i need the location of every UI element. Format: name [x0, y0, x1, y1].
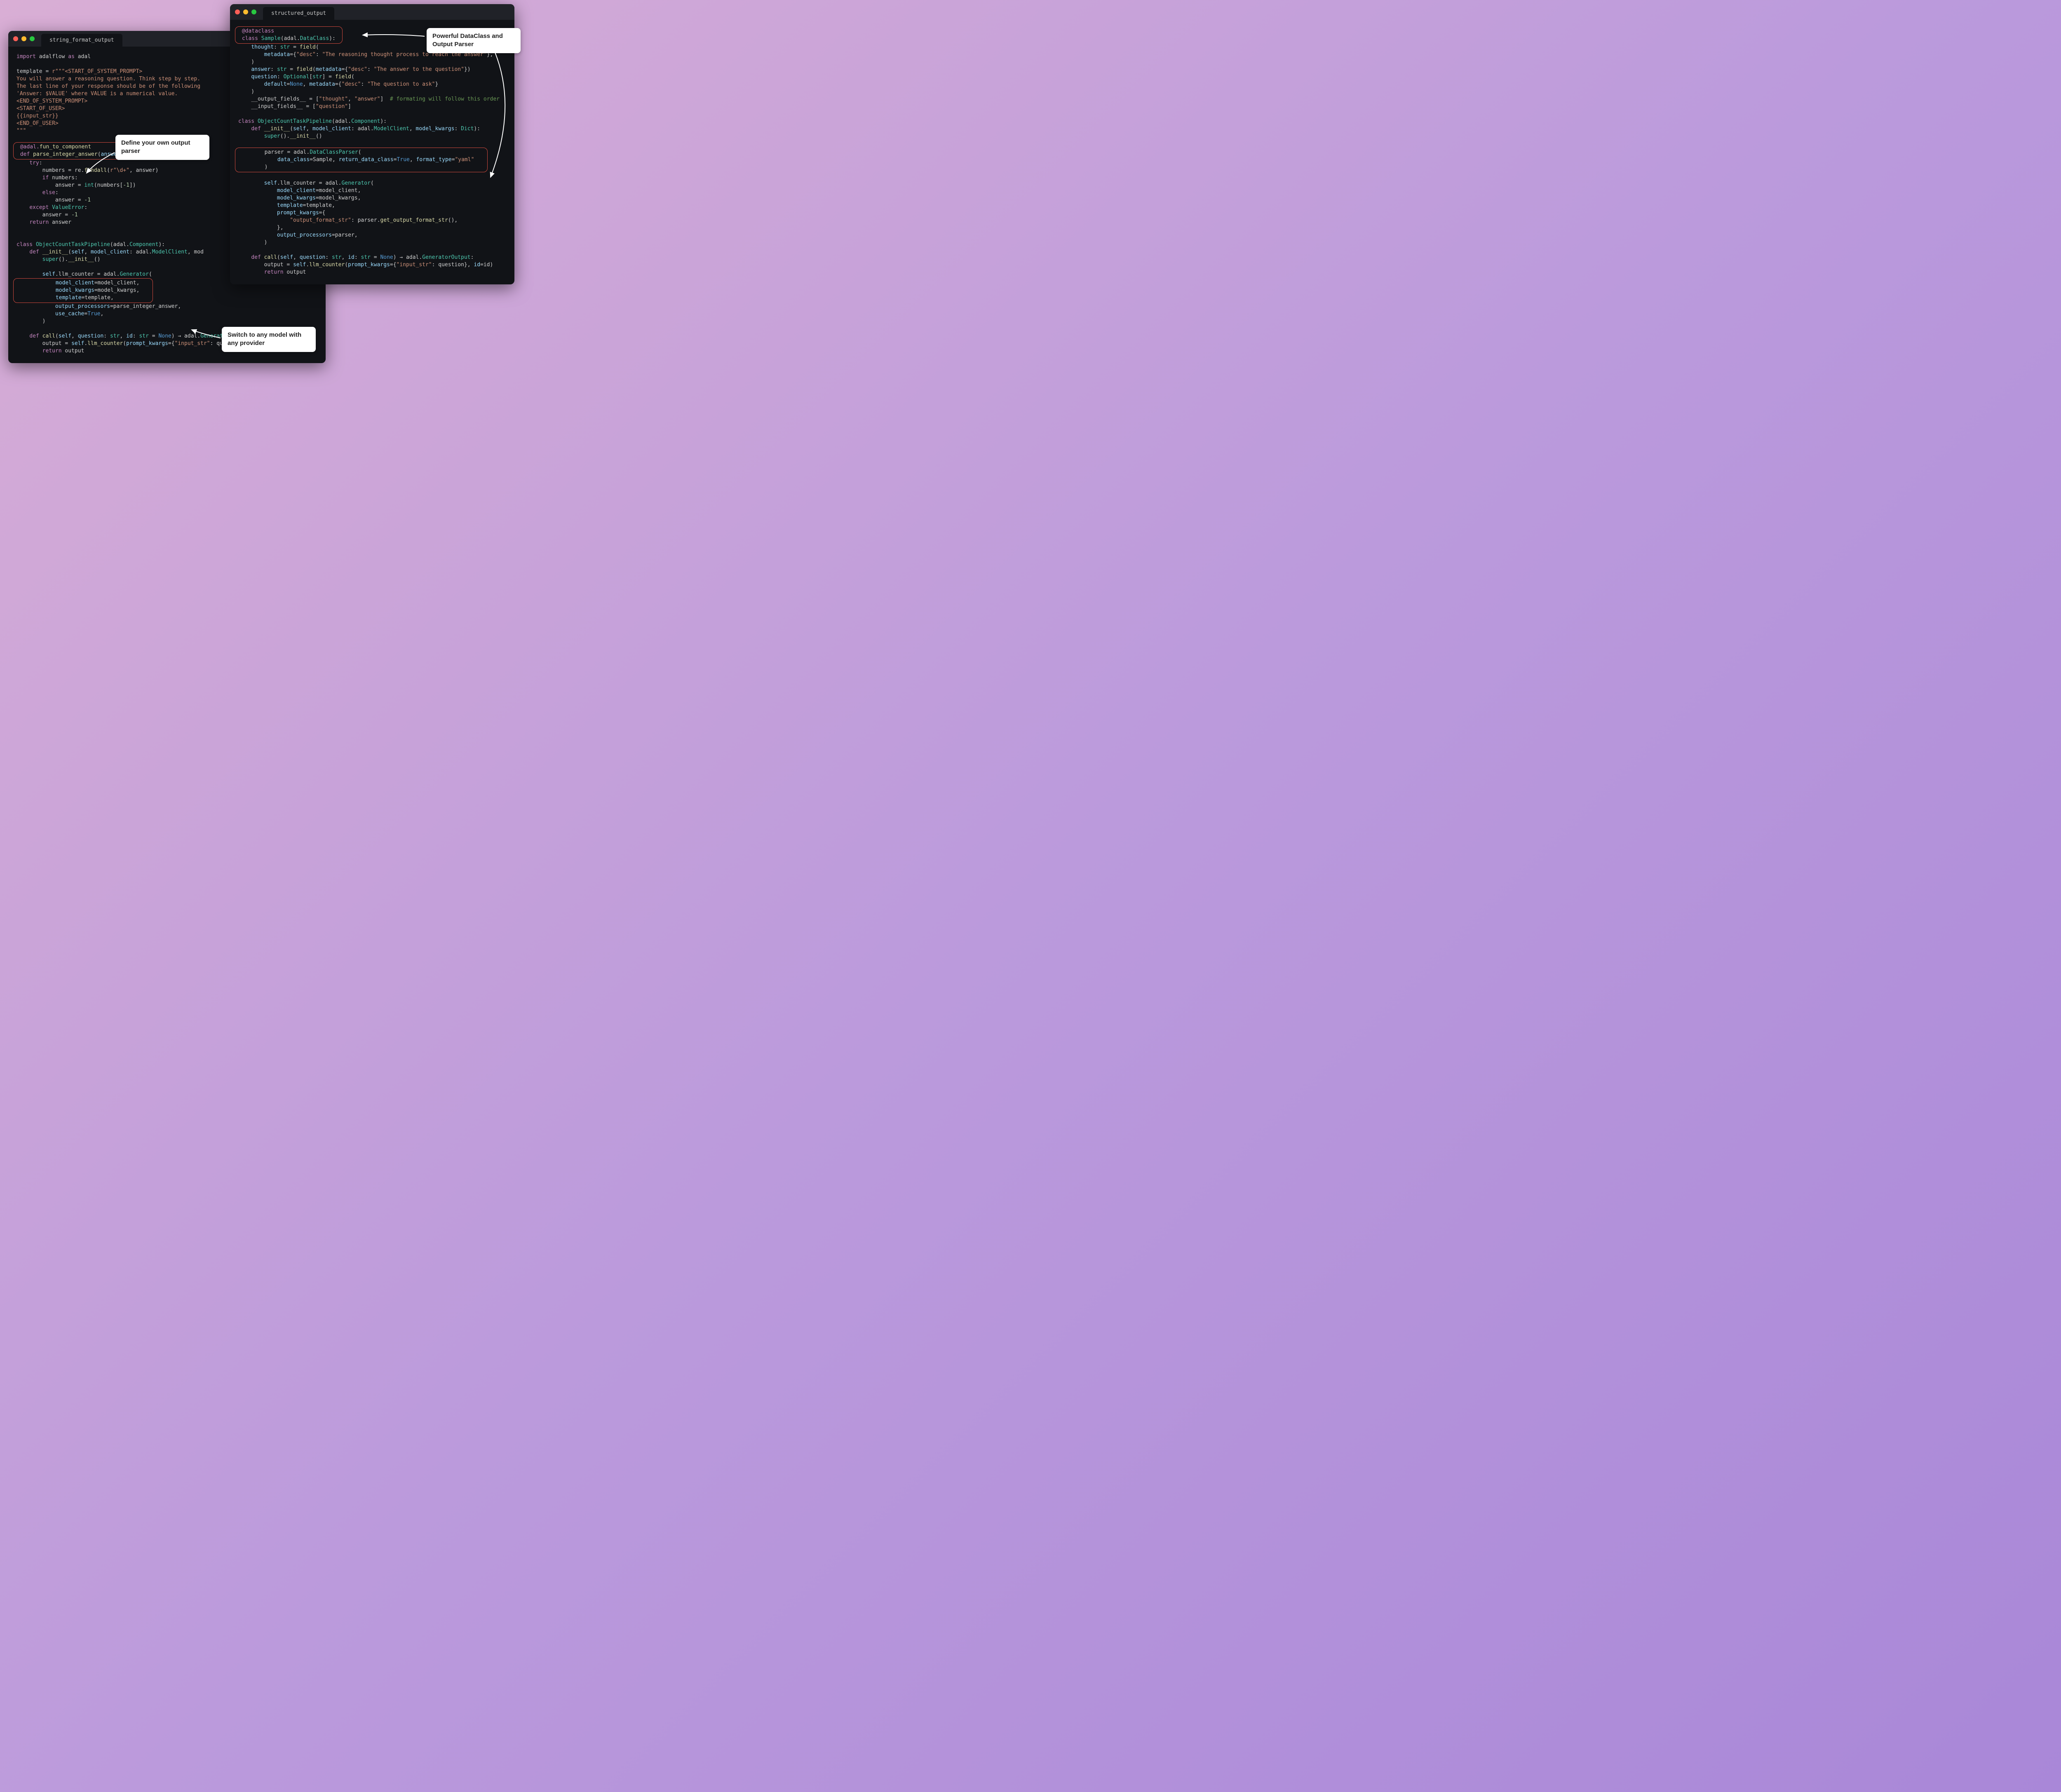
- callout-define-parser: Define your own output parser: [115, 135, 209, 160]
- zoom-icon[interactable]: [251, 9, 256, 14]
- traffic-lights: [235, 9, 256, 14]
- callout-switch-model: Switch to any model with any provider: [222, 327, 316, 352]
- callout-dataclass-parser: Powerful DataClass and Output Parser: [427, 28, 521, 53]
- zoom-icon[interactable]: [30, 36, 35, 41]
- minimize-icon[interactable]: [243, 9, 248, 14]
- traffic-lights: [13, 36, 35, 41]
- tab-right[interactable]: structured_output: [263, 7, 334, 20]
- minimize-icon[interactable]: [21, 36, 26, 41]
- close-icon[interactable]: [13, 36, 18, 41]
- close-icon[interactable]: [235, 9, 240, 14]
- tab-left[interactable]: string_format_output: [41, 34, 122, 47]
- code-body-right: @dataclass class Sample(adal.DataClass):…: [230, 20, 514, 284]
- titlebar-right: structured_output: [230, 4, 514, 20]
